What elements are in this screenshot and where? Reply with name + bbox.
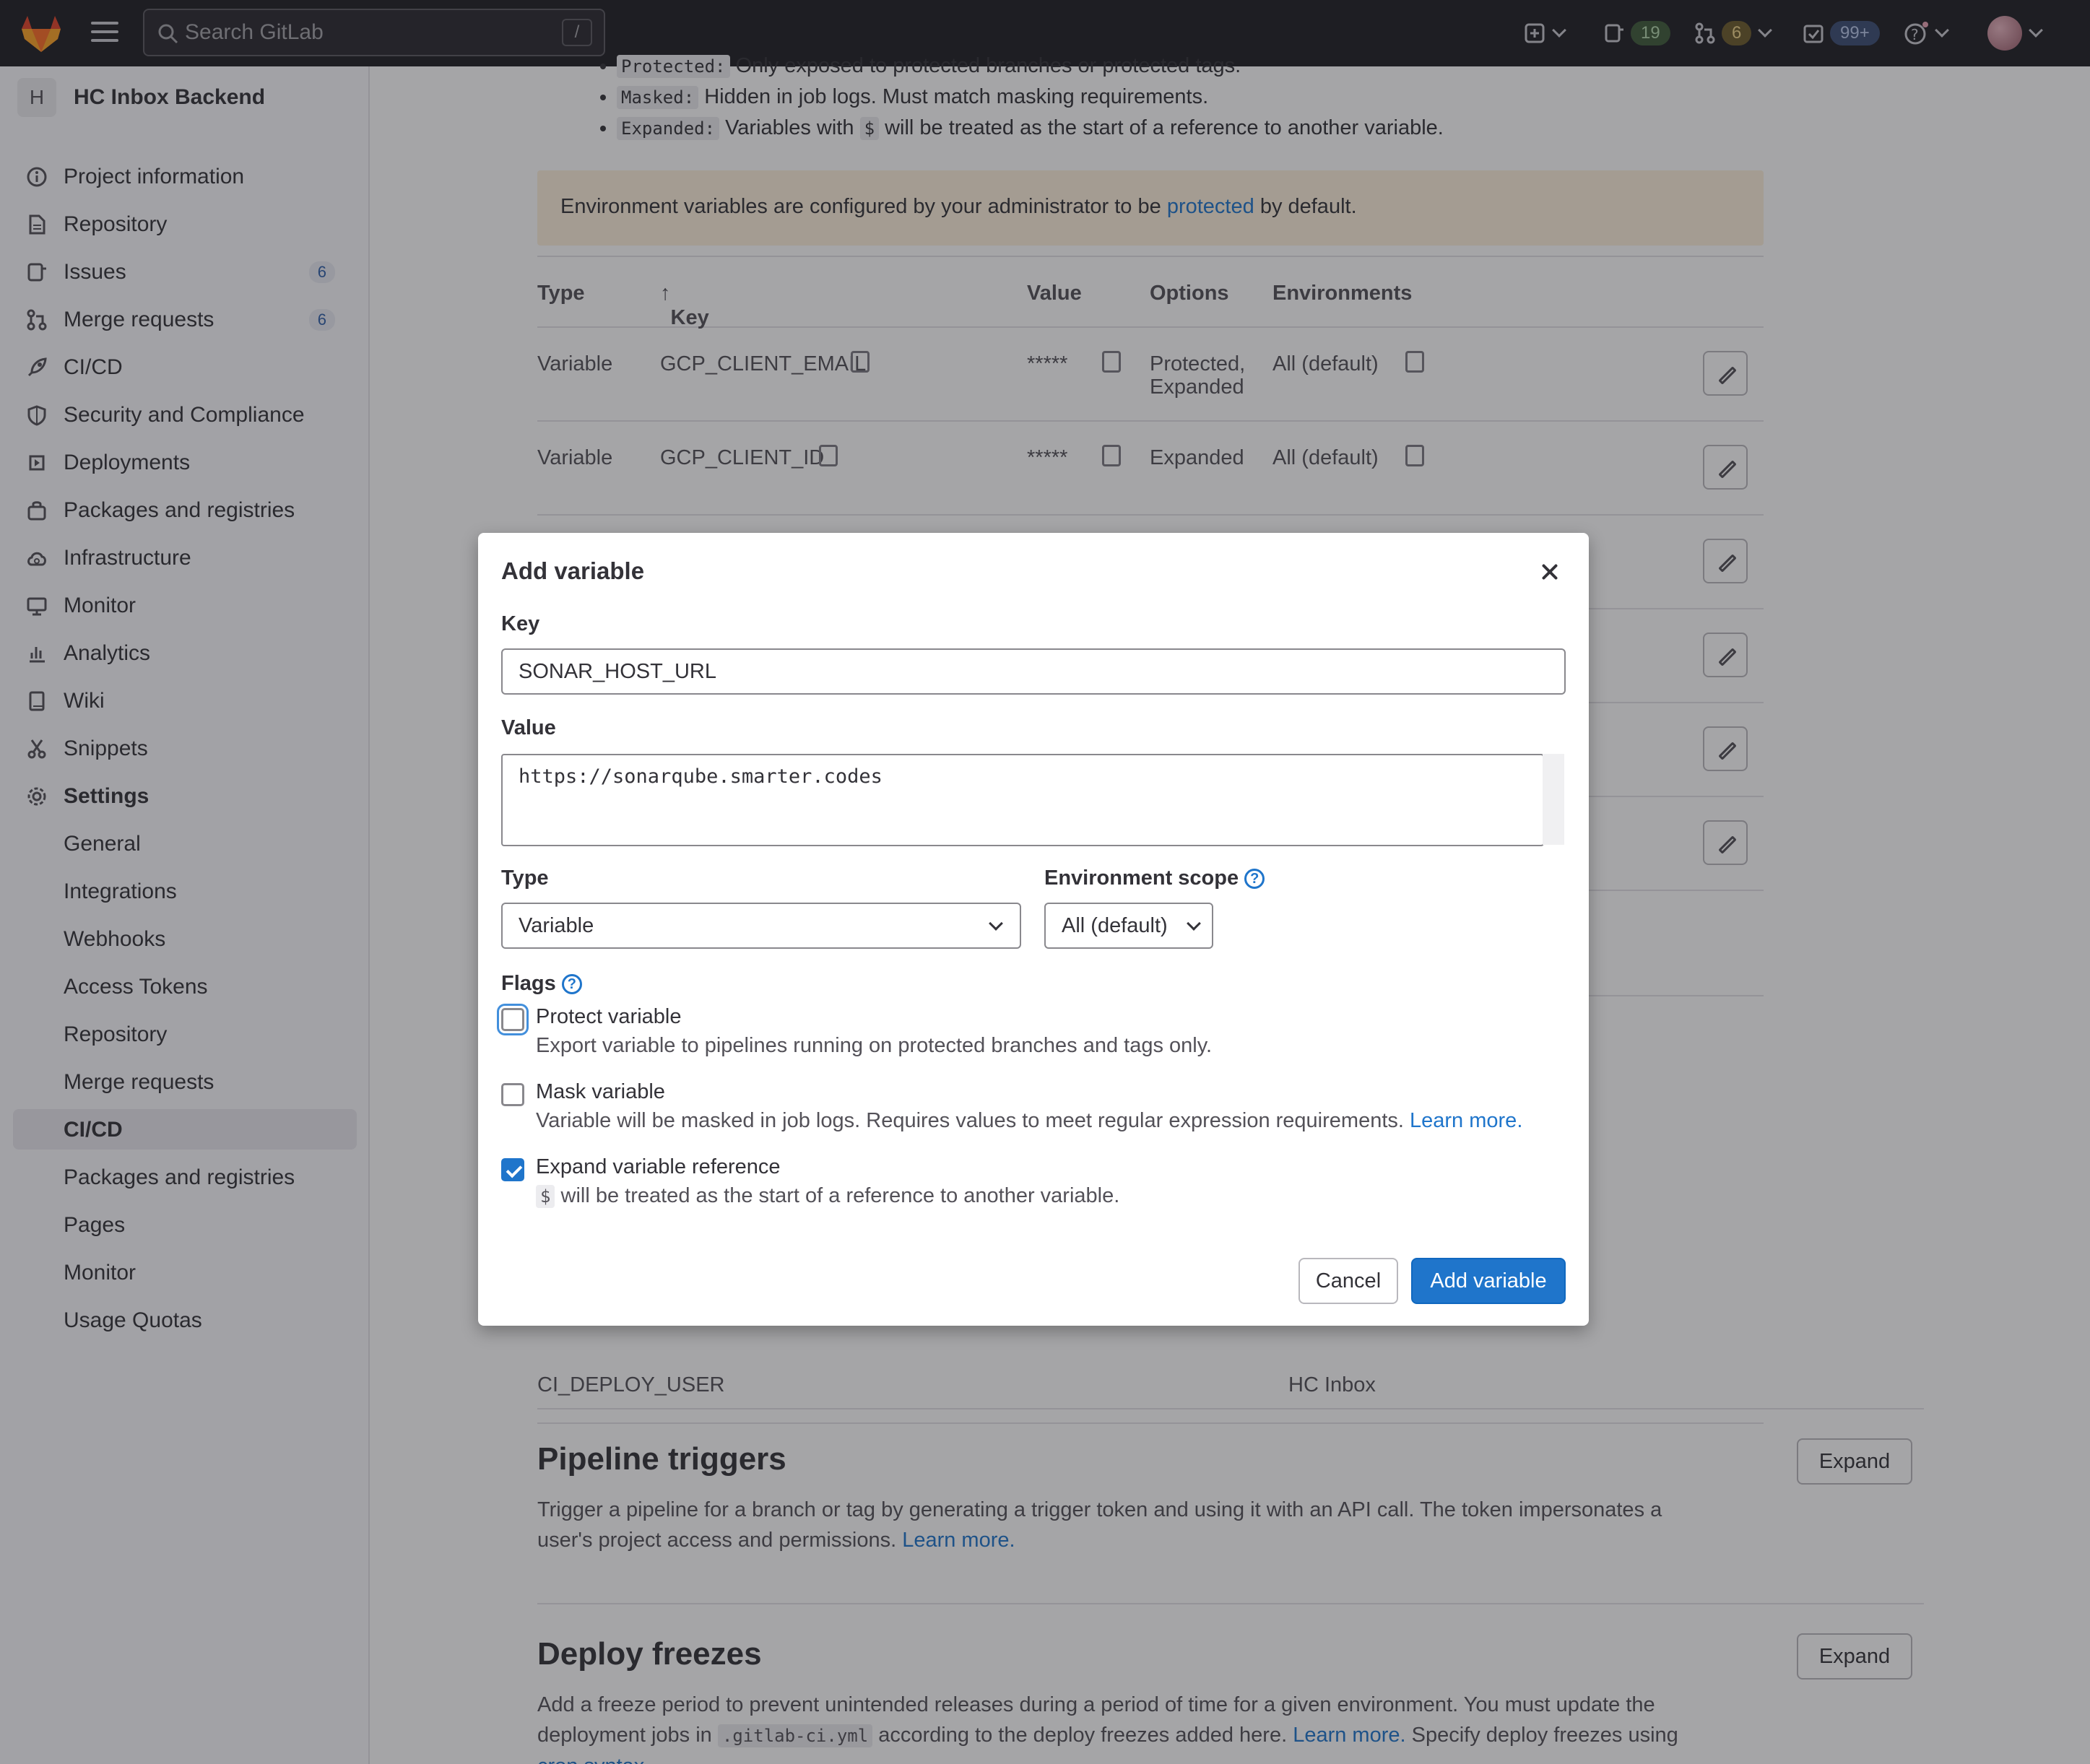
environment-scope-label: Environment scope ? xyxy=(1044,866,1265,890)
add-variable-modal: Add variable Key SONAR_HOST_URL Value ht… xyxy=(478,533,1589,1326)
close-icon[interactable] xyxy=(1540,562,1560,582)
value-label: Value xyxy=(501,716,556,739)
protect-variable-checkbox[interactable] xyxy=(501,1008,524,1031)
mask-variable-checkbox[interactable] xyxy=(501,1083,524,1106)
mask-variable-label[interactable]: Mask variable xyxy=(536,1080,665,1104)
cancel-button[interactable]: Cancel xyxy=(1298,1258,1398,1304)
type-select[interactable]: Variable xyxy=(501,903,1021,949)
modal-title: Add variable xyxy=(501,557,645,584)
flags-label: Flags ? xyxy=(501,972,582,996)
chevron-down-icon xyxy=(1187,916,1201,931)
key-label: Key xyxy=(501,612,540,635)
protect-variable-help: Export variable to pipelines running on … xyxy=(536,1034,1213,1057)
help-icon[interactable]: ? xyxy=(561,974,582,995)
key-input[interactable]: SONAR_HOST_URL xyxy=(501,648,1566,695)
mask-learn-more-link[interactable]: Learn more. xyxy=(1410,1109,1522,1132)
expand-variable-label[interactable]: Expand variable reference xyxy=(536,1155,781,1179)
mask-variable-help: Variable will be masked in job logs. Req… xyxy=(536,1109,1523,1132)
type-label: Type xyxy=(501,866,549,890)
value-textarea[interactable]: https://sonarqube.smarter.codes xyxy=(501,754,1544,846)
protect-variable-label[interactable]: Protect variable xyxy=(536,1005,682,1029)
chevron-down-icon xyxy=(989,916,1003,931)
add-variable-button[interactable]: Add variable xyxy=(1411,1258,1566,1304)
expand-variable-checkbox[interactable] xyxy=(501,1158,524,1181)
textarea-scrollbar[interactable] xyxy=(1543,754,1564,845)
help-icon[interactable]: ? xyxy=(1244,869,1265,890)
environment-scope-dropdown[interactable]: All (default) xyxy=(1044,903,1213,949)
expand-variable-help: $ will be treated as the start of a refe… xyxy=(536,1184,1119,1208)
